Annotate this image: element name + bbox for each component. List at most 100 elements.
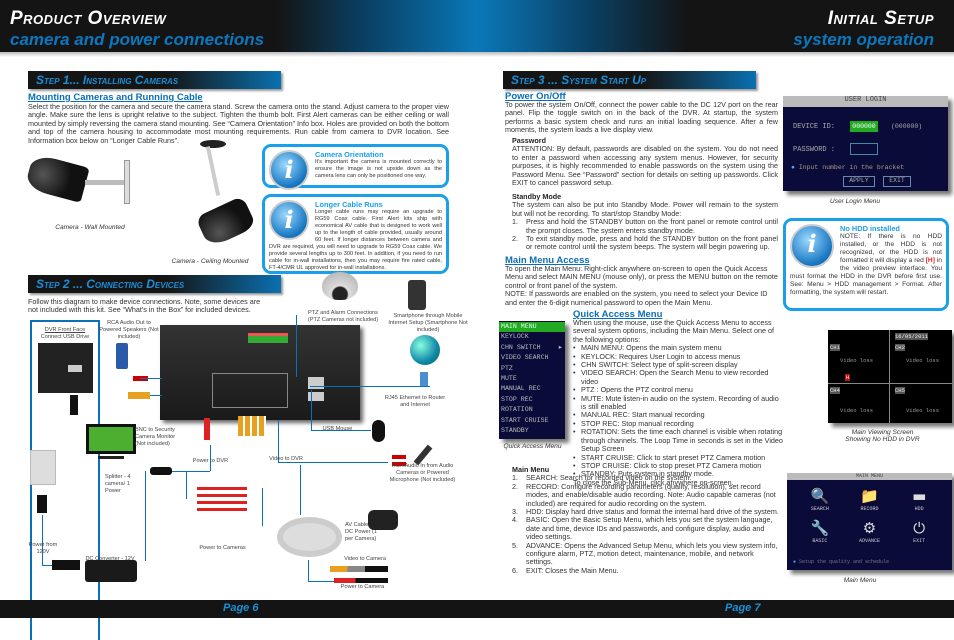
- standby-step: 2. To exit standby mode, press and hold t…: [512, 234, 778, 252]
- qa-menu-item[interactable]: STOP REC: [499, 395, 565, 405]
- main-viewing-screen: 16/05/2011 CH1 CH2 CH4 CH5 Video loss Vi…: [828, 330, 952, 423]
- channel-label: CH2: [895, 344, 905, 351]
- date-stamp: 16/05/2011: [895, 333, 929, 340]
- hdd-icon: ▬: [912, 487, 927, 505]
- caption-ceiling-mounted: Camera - Ceiling Mounted: [171, 258, 249, 265]
- step2-title: Step 2 ... Connecting Devices: [28, 275, 281, 293]
- qa-menu-item[interactable]: VIDEO SEARCH: [499, 353, 565, 363]
- main-menu-screen: MAIN MENU 🔍 SEARCH 📁 RECORD ▬ HDD 🔧 BASIC ⚙ ADVAN…: [787, 473, 952, 570]
- caption-user-login: User Login Menu: [829, 198, 881, 205]
- device-id-input[interactable]: 000000: [850, 121, 878, 132]
- ptz-dome-camera-image: [322, 272, 358, 300]
- right-title: Initial Setup: [827, 8, 934, 29]
- main-menu-hint: Setup the quality and schedule: [799, 559, 890, 565]
- standby-section: Standby Mode The system can also be put …: [512, 192, 778, 252]
- video-loss-text: Video loss: [906, 357, 940, 364]
- label-power-120: Power from 120V: [28, 542, 58, 555]
- label-dvr-front: DVR Front Face Connect USB Drive: [40, 327, 90, 340]
- caption-wall-mounted: Camera - Wall Mounted: [55, 224, 125, 231]
- qa-menu-item[interactable]: PTZ: [499, 364, 565, 374]
- info-longer-cable: i Longer Cable Runs Longer cable runs ma…: [262, 194, 449, 274]
- page-footer: [0, 600, 954, 618]
- hdd-marker: [H]: [925, 257, 935, 264]
- label-usb-mouse: USB Mouse: [322, 426, 353, 432]
- monitor-image: [86, 424, 136, 454]
- wall-mount-plate: [124, 160, 130, 204]
- qa-option: • VIDEO SEARCH: Open the Search Menu to v…: [573, 368, 769, 386]
- wall-camera-stand: [85, 180, 125, 185]
- channel-label: CH4: [830, 387, 840, 394]
- label-video-to-camera: Video to Camera: [344, 556, 386, 562]
- dvr-rear-panel: [160, 325, 360, 420]
- exit-power-icon: ⏻: [913, 519, 926, 537]
- bnc-plugs-dvr: [238, 416, 266, 436]
- quick-access-body: When using the mouse, use the Quick Acce…: [573, 318, 783, 487]
- power-connector: [334, 578, 388, 583]
- info-icon: i: [269, 150, 309, 190]
- qa-menu-item[interactable]: MUTE: [499, 374, 565, 384]
- qa-menu-item[interactable]: ROTATION: [499, 405, 565, 415]
- step1-title: Step 1... Installing Cameras: [28, 71, 281, 89]
- label-smartphone: Smartphone through Mobile Internet Setup…: [388, 313, 468, 333]
- power-body: To power the system On/Off, connect the …: [505, 100, 778, 135]
- label-dc-converter: DC Converter - 12V: [85, 556, 135, 562]
- main-menu-icon-button[interactable]: ▬ HDD: [894, 486, 944, 512]
- qa-menu-item[interactable]: START CRUISE: [499, 416, 565, 426]
- main-menu-section: Main Menu 1. SEARCH: Search for recorded …: [512, 465, 780, 575]
- mounting-body: Select the position for the camera and s…: [28, 102, 449, 145]
- qa-menu-item[interactable]: CHN SWITCH ▸: [499, 343, 565, 353]
- qa-option: • MUTE: Mute listen-in audio on the syste…: [573, 393, 779, 412]
- step2-body: Follow this diagram to make device conne…: [28, 297, 261, 315]
- exit-button[interactable]: EXIT: [883, 176, 911, 187]
- av-cable-coil-image: [277, 517, 342, 557]
- channel-label: CH5: [895, 387, 905, 394]
- info-bubble-icon: ●: [793, 559, 797, 565]
- page-number-right: Page 7: [725, 602, 761, 614]
- label-splitter: Splitter - 4 camera/ 1 Power: [105, 474, 131, 494]
- main-menu-icon-button[interactable]: 🔍 SEARCH: [795, 486, 845, 512]
- login-title: USER LOGIN: [783, 96, 948, 107]
- main-menu-icon-button[interactable]: 📁 RECORD: [845, 486, 895, 512]
- ceiling-mount: [200, 140, 226, 148]
- label-ptz: PTZ and Alarm Connections (PTZ Cameras n…: [307, 310, 379, 323]
- channel-label: CH1: [830, 344, 840, 351]
- page-number-left: Page 6: [223, 602, 259, 614]
- info-title: Camera Orientation: [315, 150, 384, 159]
- main-menu-icon-button[interactable]: ⚙ ADVANCE: [845, 518, 895, 544]
- ceiling-camera-image: [195, 195, 257, 249]
- label-rca-out: RCA Audio Out to Powered Speakers (Not i…: [99, 320, 159, 340]
- submenu-arrow-icon: ▸: [558, 343, 562, 351]
- ethernet-plug: [420, 372, 428, 386]
- apply-button[interactable]: APPLY: [843, 176, 875, 187]
- password-input[interactable]: [850, 143, 878, 155]
- ceiling-stand: [205, 146, 221, 196]
- bullet-camera-image: [368, 510, 398, 530]
- qa-menu-item[interactable]: MAIN MENU: [499, 322, 565, 333]
- login-hint: Input number in the bracket: [798, 164, 905, 171]
- label-power-to-cameras: Power to Cameras: [199, 545, 246, 551]
- user-login-screen: USER LOGIN DEVICE ID: 000000 (000000) PA…: [783, 96, 948, 191]
- standby-body: The system can also be put into Standby …: [512, 200, 778, 218]
- usb-drive-image: [70, 395, 78, 415]
- left-subtitle: camera and power connections: [10, 30, 265, 49]
- monitor-stand: [98, 456, 124, 459]
- power-plug-image: [37, 495, 47, 513]
- qa-menu-item[interactable]: KEYLOCK: [499, 332, 565, 342]
- info-icon: i: [269, 200, 309, 240]
- device-id-hint: (000000): [891, 123, 923, 130]
- standby-step: 1. Press and hold the STANDBY button on t…: [512, 217, 778, 235]
- qa-menu-item[interactable]: STANDBY: [499, 426, 565, 436]
- info-text: It's important the camera is mounted cor…: [315, 159, 442, 179]
- main-menu-icon-button[interactable]: ⏻ EXIT: [894, 518, 944, 544]
- qa-menu-item[interactable]: MANUAL REC: [499, 384, 565, 394]
- menu-access-body: To open the Main Menu: Right-click anywh…: [505, 264, 778, 307]
- main-menu-icon-button[interactable]: 🔧 BASIC: [795, 518, 845, 544]
- main-menu-option: 2. RECORD: Configure recording parameters…: [512, 481, 776, 508]
- main-menu-option: 5. ADVANCE: Opens the Advanced Setup Menu…: [512, 540, 778, 567]
- video-loss-text: Video loss: [906, 407, 940, 414]
- right-subtitle: system operation: [793, 30, 934, 49]
- label-rca-in: RCA Audio In from Audio Cameras or Power…: [389, 463, 456, 483]
- rca-in-plug: [392, 455, 406, 459]
- label-bnc-monitor: BNC to Security Camera Monitor (Not incl…: [135, 427, 176, 447]
- step3-title: Step 3 ... System Start Up: [503, 71, 756, 89]
